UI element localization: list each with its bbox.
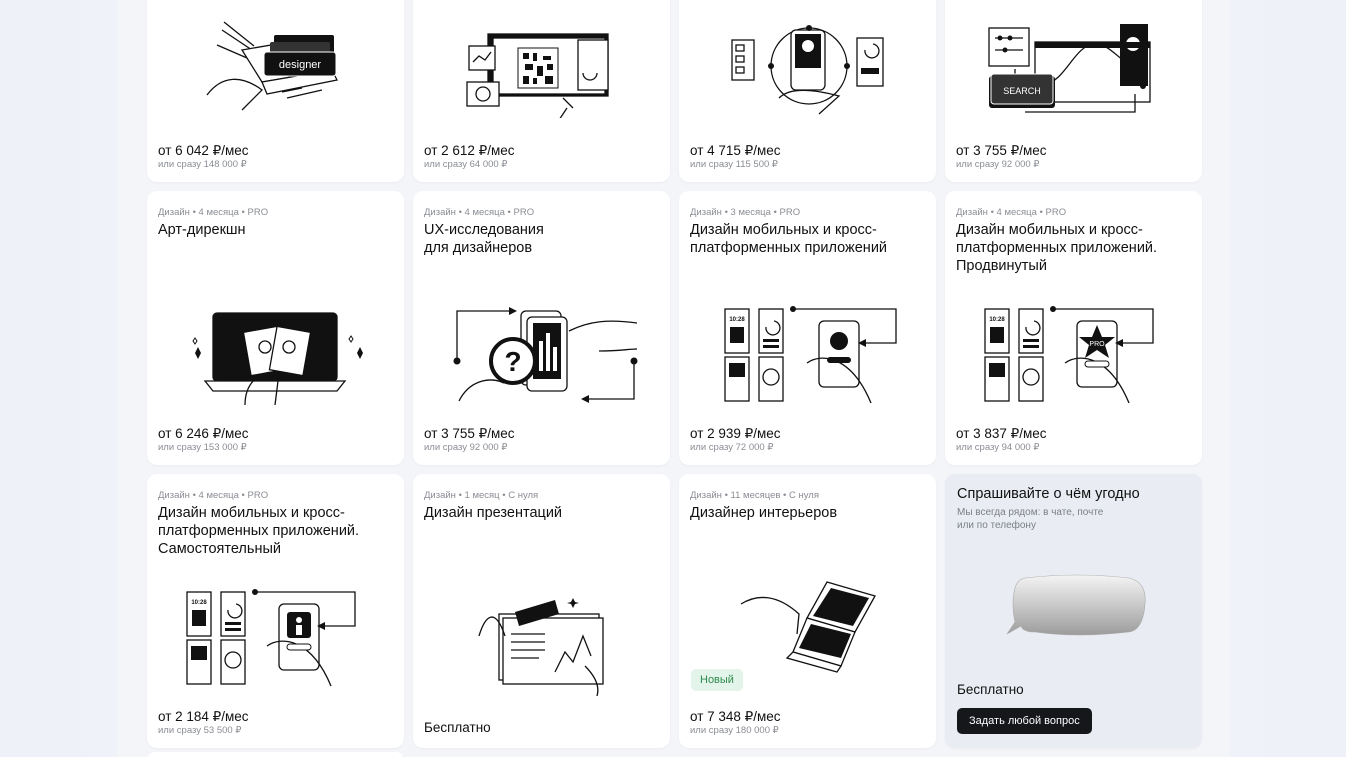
full-price: или сразу 92 000 ₽ — [424, 442, 508, 453]
ask-question-button[interactable]: Задать любой вопрос — [957, 708, 1092, 734]
course-card[interactable]: Дизайн • 4 месяца • PRO Арт-дирекшн от 6… — [147, 191, 404, 465]
course-meta: Дизайн • 4 месяца • PRO — [158, 207, 269, 218]
course-meta: Дизайн • 11 месяцев • С нуля — [690, 490, 819, 501]
interior-laptop-icon — [740, 581, 876, 673]
svg-text:?: ? — [504, 346, 521, 377]
course-meta: Дизайн • 4 месяца • PRO — [158, 490, 269, 501]
designer-label: designer — [279, 59, 322, 71]
course-card[interactable]: Дизайн • 4 месяца • PRO Дизайн мобильных… — [945, 191, 1202, 465]
clock-label: 10:28 — [729, 317, 745, 323]
full-price: или сразу 94 000 ₽ — [956, 442, 1040, 453]
clock-label: 10:28 — [989, 317, 1005, 323]
full-price: или сразу 153 000 ₽ — [158, 442, 247, 453]
ask-subtitle: Мы всегда рядом: в чате, почте или по те… — [957, 507, 1104, 531]
ask-title: Спрашивайте о чём угодно — [957, 486, 1140, 502]
ask-question-card: Спрашивайте о чём угодно Мы всегда рядом… — [945, 474, 1202, 748]
full-price: или сразу 72 000 ₽ — [690, 442, 774, 453]
course-card[interactable]: Дизайн • 3 месяца • PRO Дизайн мобильных… — [679, 191, 936, 465]
price-free: Бесплатно — [424, 720, 491, 735]
next-row-card-edge — [147, 752, 404, 757]
mobile-apps-self-icon: 10:28 — [186, 589, 356, 687]
full-price: или сразу 64 000 ₽ — [424, 159, 508, 170]
course-card[interactable]: Дизайн • 11 месяцев • С нуля Дизайнер ин… — [679, 474, 936, 748]
course-card[interactable]: SEARCH от 3 755 ₽/мес или сразу 92 000 ₽ — [945, 0, 1202, 182]
full-price: или сразу 148 000 ₽ — [158, 159, 247, 170]
course-title: UX-исследования для дизайнеров — [424, 222, 544, 256]
full-price: или сразу 53 500 ₽ — [158, 725, 242, 736]
chat-bubble-icon — [1006, 574, 1146, 636]
course-card[interactable]: от 2 612 ₽/мес или сразу 64 000 ₽ — [413, 0, 670, 182]
course-card[interactable]: Дизайн • 4 месяца • PRO UX-исследования … — [413, 191, 670, 465]
course-meta: Дизайн • 4 месяца • PRO — [956, 207, 1067, 218]
course-title: Дизайн презентаций — [424, 505, 563, 521]
qr-editor-icon — [466, 33, 609, 118]
phone-prototype-icon — [731, 25, 884, 115]
clock-label: 10:28 — [191, 600, 207, 606]
course-meta: Дизайн • 1 месяц • С нуля — [424, 490, 539, 501]
price: от 2 939 ₽/мес — [690, 426, 781, 441]
mobile-apps-pro-icon: 10:28 PRO — [984, 306, 1154, 404]
price: от 3 755 ₽/мес — [956, 143, 1047, 158]
full-price: или сразу 180 000 ₽ — [690, 725, 779, 736]
presentation-icon — [478, 598, 604, 696]
new-badge: Новый — [691, 669, 743, 691]
course-catalog: designer от 6 042 ₽/мес или сразу 148 00… — [117, 0, 1230, 757]
designer-laptop-icon: designer — [206, 21, 338, 111]
course-title: Дизайнер интерьеров — [690, 505, 838, 521]
price: от 2 612 ₽/мес — [424, 143, 515, 158]
course-card[interactable]: Дизайн • 1 месяц • С нуля Дизайн презент… — [413, 474, 670, 748]
ux-research-icon: ? — [453, 307, 638, 403]
course-title: Дизайн мобильных и кросс-платформенных п… — [158, 505, 360, 557]
price: от 7 348 ₽/мес — [690, 709, 781, 724]
price-free: Бесплатно — [957, 682, 1024, 697]
search-label: SEARCH — [1003, 86, 1041, 96]
course-meta: Дизайн • 4 месяца • PRO — [424, 207, 535, 218]
full-price: или сразу 115 500 ₽ — [690, 159, 778, 170]
course-title: Арт-дирекшн — [158, 222, 246, 238]
full-price: или сразу 92 000 ₽ — [956, 159, 1040, 170]
pro-label: PRO — [1089, 341, 1105, 348]
course-card[interactable]: Дизайн • 4 месяца • PRO Дизайн мобильных… — [147, 474, 404, 748]
course-card[interactable]: от 4 715 ₽/мес или сразу 115 500 ₽ — [679, 0, 936, 182]
course-title: Дизайн мобильных и кросс-платформенных п… — [956, 222, 1158, 274]
price: от 6 246 ₽/мес — [158, 426, 249, 441]
price: от 3 755 ₽/мес — [424, 426, 515, 441]
art-direction-icon — [192, 312, 363, 406]
course-title: Дизайн мобильных и кросс-платформенных п… — [690, 222, 888, 256]
price: от 6 042 ₽/мес — [158, 143, 249, 158]
price: от 4 715 ₽/мес — [690, 143, 781, 158]
price: от 3 837 ₽/мес — [956, 426, 1047, 441]
mobile-apps-icon: 10:28 — [724, 306, 897, 404]
course-meta: Дизайн • 3 месяца • PRO — [690, 207, 801, 218]
price: от 2 184 ₽/мес — [158, 709, 249, 724]
course-card[interactable]: designer от 6 042 ₽/мес или сразу 148 00… — [147, 0, 404, 182]
search-flow-icon: SEARCH — [988, 24, 1151, 113]
